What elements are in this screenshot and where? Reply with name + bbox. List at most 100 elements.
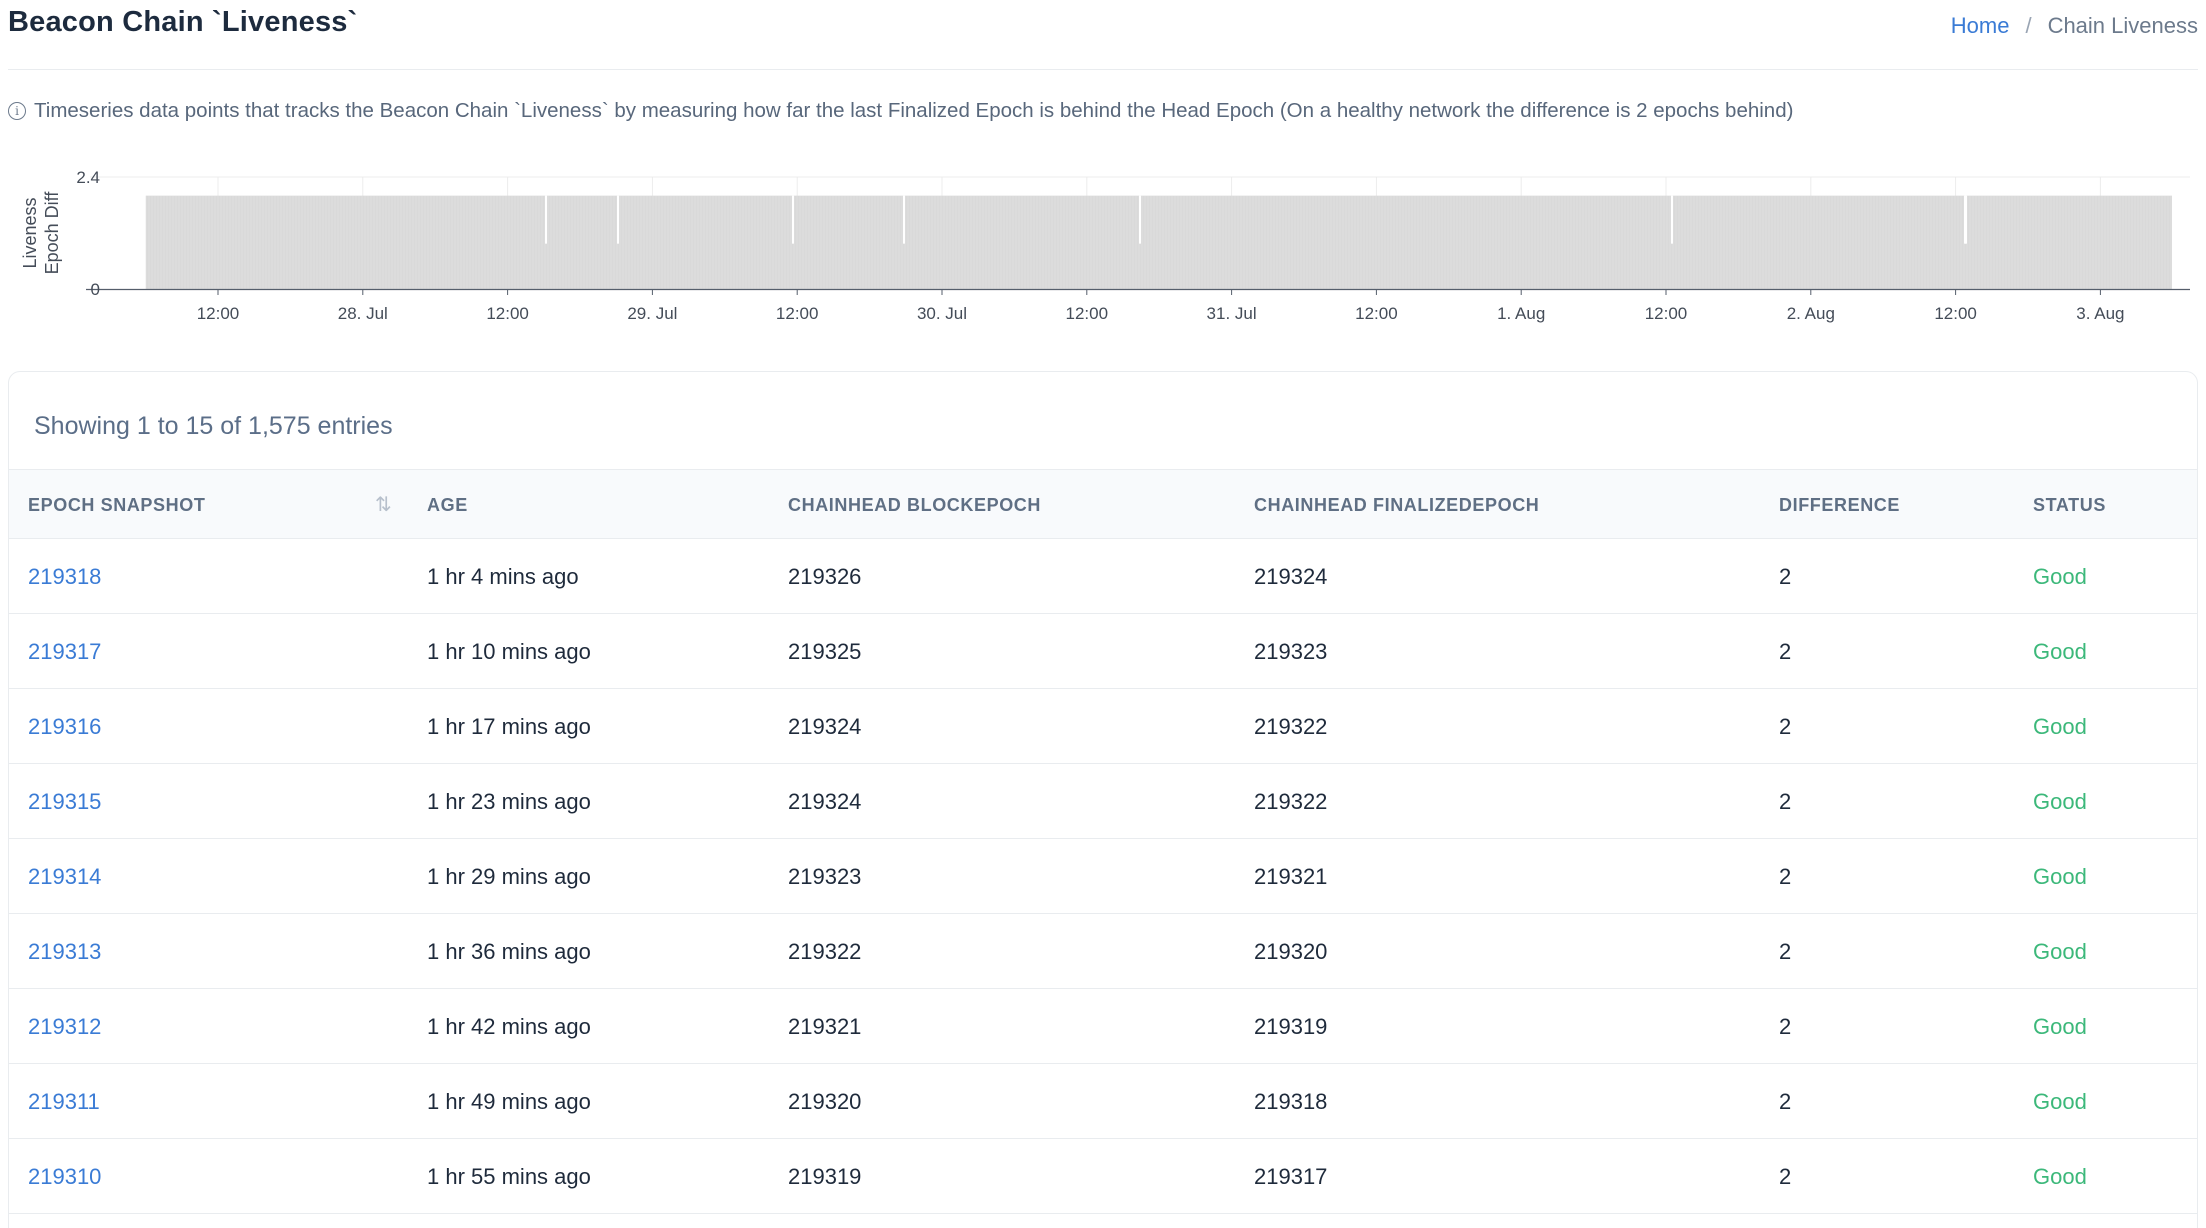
age-cell: 1 hr 55 mins ago xyxy=(427,1164,591,1189)
epoch-snapshot-link[interactable]: 219313 xyxy=(28,914,101,989)
liveness-table: EPOCH SNAPSHOT ⇅ AGE CHAINHEAD BLOCKEPOC… xyxy=(9,469,2197,1214)
table-row: 219315 1 hr 23 mins ago 219324 219322 2 Good xyxy=(9,764,2197,839)
difference-cell: 2 xyxy=(1779,1164,1792,1189)
epoch-snapshot-link[interactable]: 219312 xyxy=(28,989,101,1064)
status-cell: Good xyxy=(2033,864,2087,889)
table-row: 219311 1 hr 49 mins ago 219320 219318 2 Good xyxy=(9,1064,2197,1139)
epoch-snapshot-link[interactable]: 219314 xyxy=(28,839,101,914)
x-tick-label: 12:00 xyxy=(486,304,529,323)
status-cell: Good xyxy=(2033,714,2087,739)
x-tick-label: 12:00 xyxy=(1934,304,1977,323)
age-cell: 1 hr 42 mins ago xyxy=(427,1014,591,1039)
blockepoch-cell: 219319 xyxy=(788,1164,862,1189)
finalizedepoch-cell: 219319 xyxy=(1254,1014,1328,1039)
page-header: Beacon Chain `Liveness` Home / Chain Liv… xyxy=(8,0,2198,70)
entries-summary: Showing 1 to 15 of 1,575 entries xyxy=(34,412,393,440)
x-tick-label: 1. Aug xyxy=(1497,304,1545,323)
age-cell: 1 hr 29 mins ago xyxy=(427,864,591,889)
table-row: 219318 1 hr 4 mins ago 219326 219324 2 Good xyxy=(9,539,2197,614)
y-tick-label: 0 xyxy=(91,280,100,299)
finalizedepoch-cell: 219323 xyxy=(1254,639,1328,664)
epoch-snapshot-link[interactable]: 219311 xyxy=(28,1064,100,1139)
y-axis-label: Liveness xyxy=(20,197,40,268)
bar-gap xyxy=(1139,195,1141,244)
breadcrumb-current: Chain Liveness xyxy=(2047,13,2198,38)
bar-gap xyxy=(1965,195,1967,244)
age-cell: 1 hr 49 mins ago xyxy=(427,1089,591,1114)
bar-gap xyxy=(545,195,547,244)
bar-gap xyxy=(903,195,905,244)
y-axis-label: Epoch Diff xyxy=(42,191,62,275)
breadcrumb-separator: / xyxy=(2025,13,2032,38)
blockepoch-cell: 219320 xyxy=(788,1089,862,1114)
column-header-chainhead-finalizedepoch: CHAINHEAD FINALIZEDEPOCH xyxy=(1254,495,1540,515)
blockepoch-cell: 219325 xyxy=(788,639,862,664)
status-cell: Good xyxy=(2033,939,2087,964)
column-header-chainhead-blockepoch: CHAINHEAD BLOCKEPOCH xyxy=(788,495,1042,515)
x-tick-label: 12:00 xyxy=(1066,304,1109,323)
difference-cell: 2 xyxy=(1779,564,1792,589)
blockepoch-cell: 219321 xyxy=(788,1014,862,1039)
x-tick-label: 28. Jul xyxy=(338,304,388,323)
epoch-snapshot-link[interactable]: 219316 xyxy=(28,689,101,764)
status-cell: Good xyxy=(2033,564,2087,589)
bar-gap xyxy=(1671,195,1673,244)
table-row: 219313 1 hr 36 mins ago 219322 219320 2 Good xyxy=(9,914,2197,989)
status-cell: Good xyxy=(2033,789,2087,814)
status-cell: Good xyxy=(2033,1089,2087,1114)
sort-icon[interactable]: ⇅ xyxy=(375,494,401,516)
column-header-difference: DIFFERENCE xyxy=(1779,495,1901,515)
finalizedepoch-cell: 219322 xyxy=(1254,789,1328,814)
epoch-snapshot-link[interactable]: 219315 xyxy=(28,764,101,839)
liveness-chart-svg: 2.4 0 Liveness Epoch Diff 12:00 28. Jul 12:00 2… xyxy=(20,168,2190,323)
blockepoch-cell: 219322 xyxy=(788,939,862,964)
y-tick-label: 2.4 xyxy=(76,168,100,187)
difference-cell: 2 xyxy=(1779,939,1792,964)
table-row: 219314 1 hr 29 mins ago 219323 219321 2 Good xyxy=(9,839,2197,914)
table-body: 219318 1 hr 4 mins ago 219326 219324 2 Good 21… xyxy=(9,539,2197,1214)
epoch-snapshot-link[interactable]: 219317 xyxy=(28,614,101,689)
page-title: Beacon Chain `Liveness` xyxy=(8,6,358,38)
blockepoch-cell: 219326 xyxy=(788,564,862,589)
breadcrumb: Home / Chain Liveness xyxy=(1951,13,2198,39)
x-tick-label: 12:00 xyxy=(1355,304,1398,323)
x-tick-label: 31. Jul xyxy=(1207,304,1257,323)
bar-gap xyxy=(792,195,794,244)
breadcrumb-home-link[interactable]: Home xyxy=(1951,13,2010,39)
x-tick-label: 2. Aug xyxy=(1787,304,1835,323)
x-tick-label: 30. Jul xyxy=(917,304,967,323)
age-cell: 1 hr 36 mins ago xyxy=(427,939,591,964)
x-tick-label: 12:00 xyxy=(1645,304,1688,323)
finalizedepoch-cell: 219324 xyxy=(1254,564,1328,589)
x-tick-label: 29. Jul xyxy=(627,304,677,323)
status-cell: Good xyxy=(2033,1014,2087,1039)
bar-gap xyxy=(617,195,619,244)
difference-cell: 2 xyxy=(1779,1089,1792,1114)
difference-cell: 2 xyxy=(1779,639,1792,664)
column-header-age: AGE xyxy=(427,495,468,515)
finalizedepoch-cell: 219321 xyxy=(1254,864,1328,889)
table-row: 219312 1 hr 42 mins ago 219321 219319 2 Good xyxy=(9,989,2197,1064)
table-header: EPOCH SNAPSHOT ⇅ AGE CHAINHEAD BLOCKEPOC… xyxy=(9,469,2197,539)
table-row: 219310 1 hr 55 mins ago 219319 219317 2 Good xyxy=(9,1139,2197,1214)
finalizedepoch-cell: 219317 xyxy=(1254,1164,1328,1189)
age-cell: 1 hr 17 mins ago xyxy=(427,714,591,739)
blockepoch-cell: 219323 xyxy=(788,864,862,889)
status-cell: Good xyxy=(2033,1164,2087,1189)
difference-cell: 2 xyxy=(1779,714,1792,739)
age-cell: 1 hr 23 mins ago xyxy=(427,789,591,814)
column-header-epoch-snapshot[interactable]: EPOCH SNAPSHOT xyxy=(28,470,205,540)
chart-description: i Timeseries data points that tracks the… xyxy=(8,99,1793,123)
age-cell: 1 hr 10 mins ago xyxy=(427,639,591,664)
table-row: 219316 1 hr 17 mins ago 219324 219322 2 Good xyxy=(9,689,2197,764)
finalizedepoch-cell: 219322 xyxy=(1254,714,1328,739)
epoch-snapshot-link[interactable]: 219318 xyxy=(28,539,101,614)
x-tick-label: 12:00 xyxy=(776,304,819,323)
finalizedepoch-cell: 219320 xyxy=(1254,939,1328,964)
liveness-chart: 2.4 0 Liveness Epoch Diff 12:00 28. Jul 12:00 2… xyxy=(8,160,2198,340)
status-cell: Good xyxy=(2033,639,2087,664)
x-tick-label: 3. Aug xyxy=(2076,304,2124,323)
info-circle-icon: i xyxy=(8,102,26,120)
epoch-snapshot-link[interactable]: 219310 xyxy=(28,1139,101,1214)
difference-cell: 2 xyxy=(1779,864,1792,889)
